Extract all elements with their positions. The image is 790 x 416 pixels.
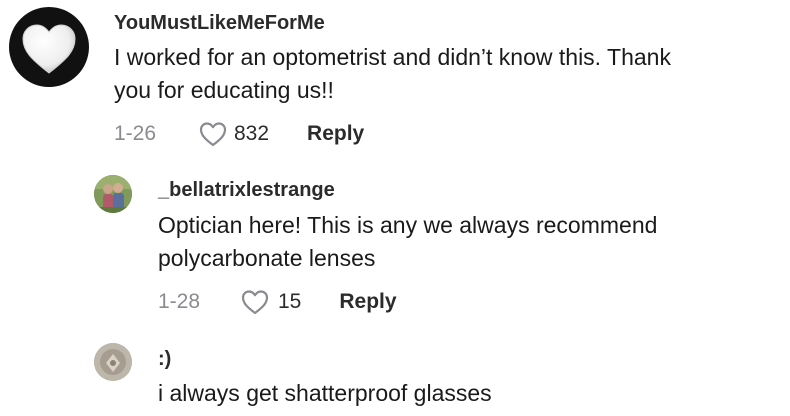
comment-meta: 1-28 15 Reply [158, 286, 397, 318]
like-button[interactable]: 15 [240, 288, 301, 316]
like-button[interactable]: 832 [198, 120, 269, 148]
comment-date: 1-26 [114, 122, 157, 145]
white-heart-icon [22, 24, 76, 74]
comment-item: YouMustLikeMeForMe I worked for an optom… [0, 0, 790, 160]
comment-meta: 1-26 832 Reply [114, 118, 364, 150]
reply-button[interactable]: Reply [307, 122, 364, 146]
heart-outline-icon [199, 122, 227, 147]
comment-text-line: I worked for an optometrist and didn’t k… [114, 44, 671, 70]
avatar[interactable] [94, 343, 132, 381]
comment-username[interactable]: :) [158, 348, 171, 371]
comment-text-line: i always get shatterproof glasses [158, 380, 492, 406]
like-count: 15 [278, 290, 302, 313]
heart-outline-icon [241, 290, 269, 315]
comment-text-line: Optician here! This is any we always rec… [158, 212, 658, 238]
comment-text-line: you for educating us!! [114, 77, 334, 103]
comment-item: :) i always get shatterproof glasses [0, 330, 790, 416]
comment-item: _bellatrixlestrange Optician here! This … [0, 160, 790, 330]
comment-username[interactable]: YouMustLikeMeForMe [114, 12, 325, 35]
comment-text-line: polycarbonate lenses [158, 245, 376, 271]
photo-avatar-image [94, 343, 132, 381]
comment-date: 1-28 [158, 290, 201, 313]
like-count: 832 [234, 122, 270, 145]
comment-username[interactable]: _bellatrixlestrange [158, 179, 335, 202]
avatar[interactable] [94, 175, 132, 213]
reply-button[interactable]: Reply [339, 290, 396, 314]
avatar[interactable] [9, 7, 89, 87]
photo-avatar-image [94, 175, 132, 213]
